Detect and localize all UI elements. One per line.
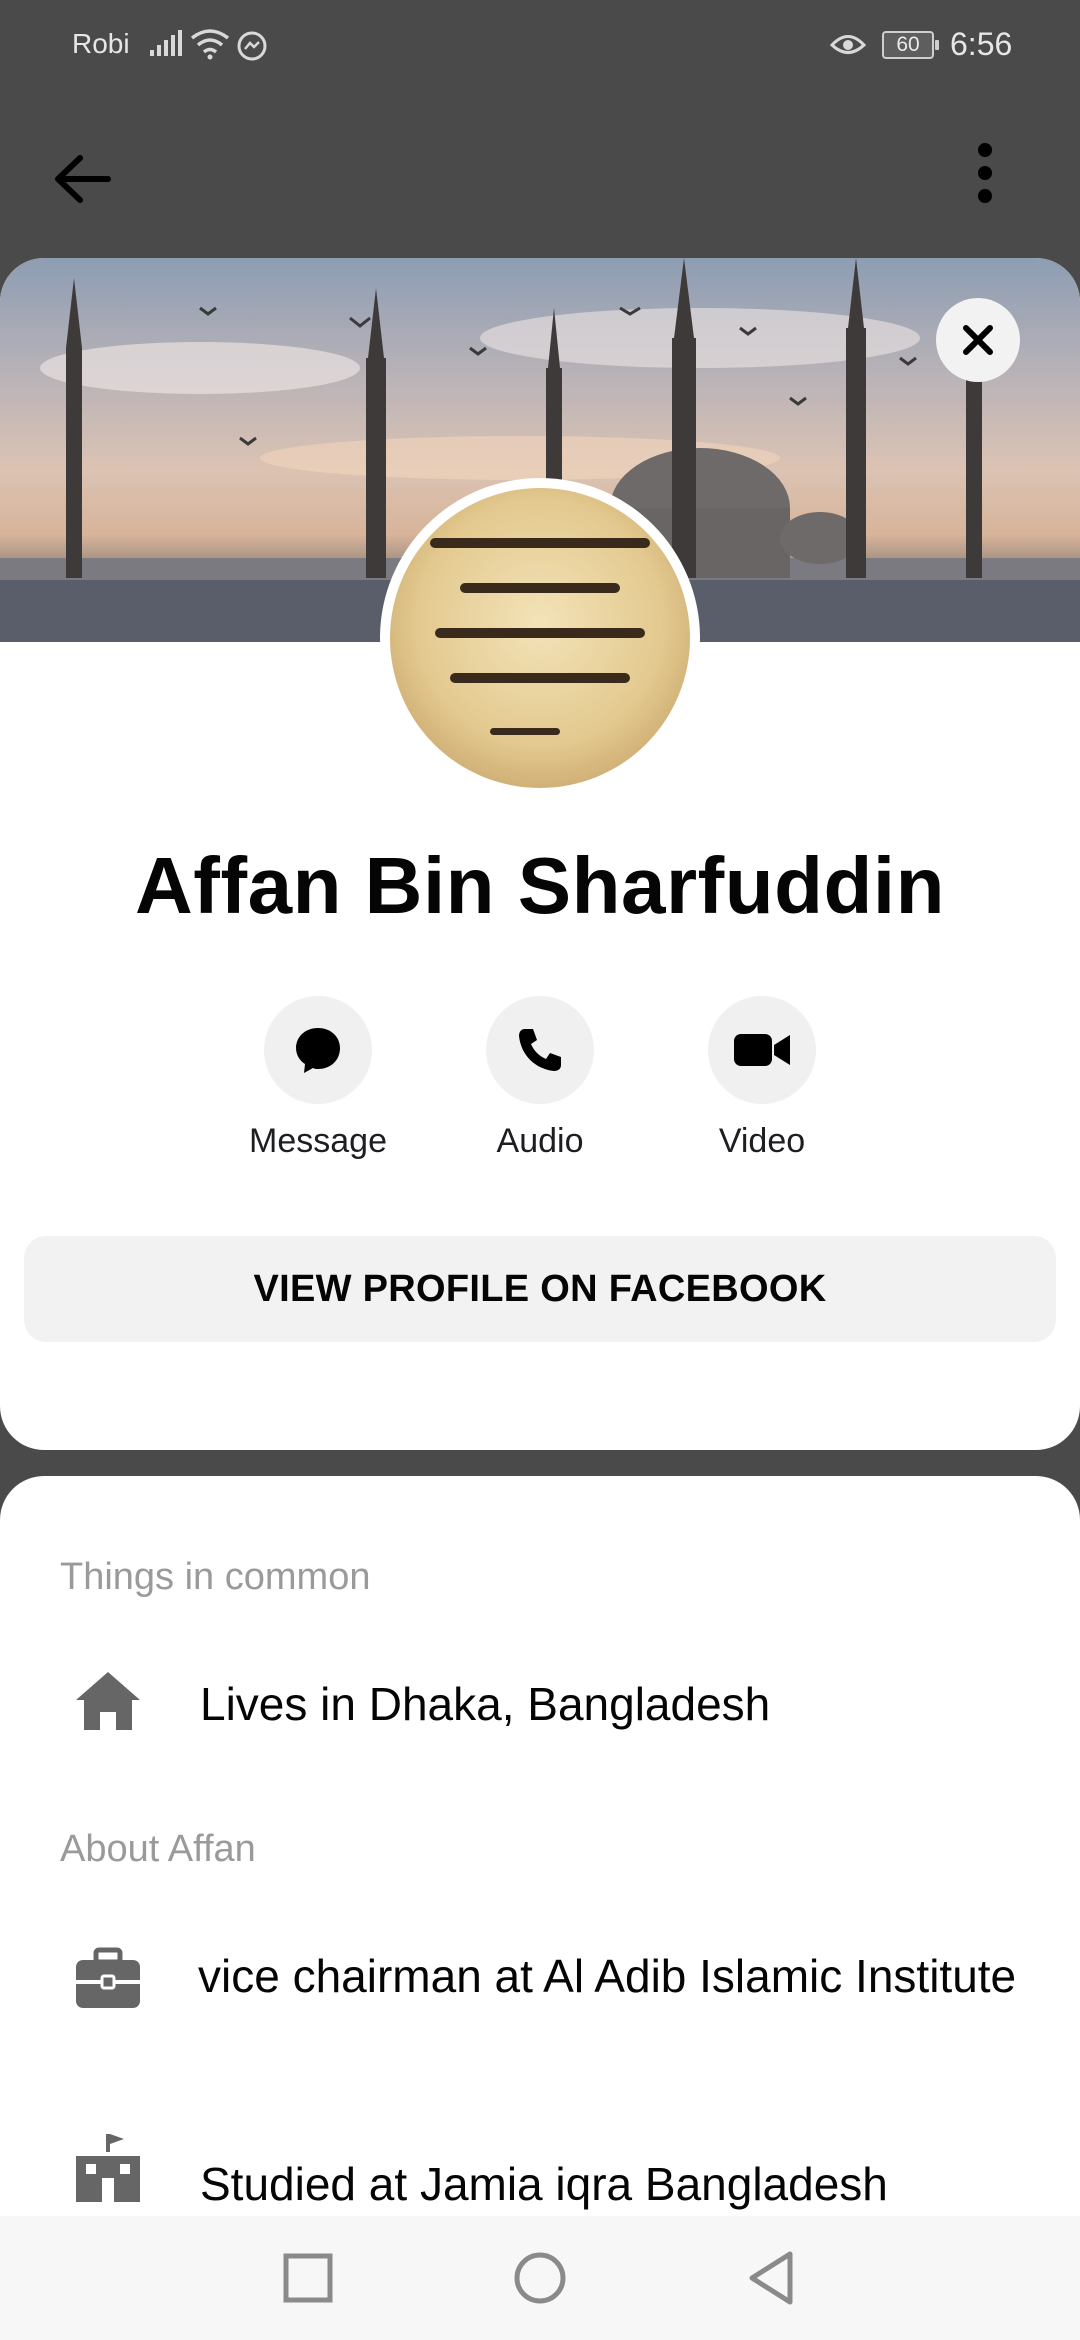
top-app-bar — [0, 92, 1080, 252]
avatar-image — [390, 488, 690, 788]
circle-icon[interactable] — [508, 2246, 572, 2310]
phone-icon — [519, 1029, 561, 1071]
video-action[interactable]: Video — [662, 996, 862, 1161]
action-row: Message Audio Video — [0, 996, 1080, 1160]
wifi-icon — [190, 29, 230, 60]
battery-indicator: 60 — [882, 31, 939, 59]
briefcase-icon — [76, 1947, 140, 2008]
profile-name: Affan Bin Sharfuddin — [135, 841, 945, 930]
about-title: About Affan — [60, 1828, 256, 1870]
close-icon — [963, 325, 993, 355]
triangle-back-icon[interactable] — [740, 2246, 804, 2310]
audio-action[interactable]: Audio — [440, 996, 640, 1161]
system-navigation-bar — [0, 2216, 1080, 2340]
arrow-left-icon — [55, 155, 111, 203]
audio-call-button[interactable] — [486, 996, 594, 1104]
avatar[interactable] — [380, 478, 700, 798]
school-icon — [76, 2134, 140, 2202]
lives-in-text: Lives in Dhaka, Bangladesh — [200, 1678, 771, 1730]
home-icon — [76, 1672, 140, 1730]
more-options-button[interactable] — [950, 140, 1020, 210]
info-sheet: Things in common Lives in Dhaka, Banglad… — [0, 1476, 1080, 2340]
more-vertical-icon — [978, 143, 992, 203]
education-text: Studied at Jamia iqra Bangladesh — [200, 2158, 888, 2210]
message-action[interactable]: Message — [218, 996, 418, 1161]
messenger-notification-icon — [237, 31, 267, 61]
things-in-common-title: Things in common — [60, 1556, 371, 1598]
carrier-name: Robi — [72, 28, 130, 59]
message-button[interactable] — [264, 996, 372, 1104]
video-label: Video — [718, 1122, 806, 1160]
back-button[interactable] — [50, 144, 120, 214]
square-icon[interactable] — [276, 2246, 340, 2310]
clock: 6:56 — [950, 26, 1013, 62]
view-profile-button[interactable]: VIEW PROFILE ON FACEBOOK — [24, 1236, 1056, 1342]
video-call-button[interactable] — [708, 996, 816, 1104]
signal-icon — [150, 30, 182, 56]
eye-comfort-icon — [830, 35, 866, 54]
messenger-bubble-icon — [296, 1028, 340, 1073]
audio-label: Audio — [496, 1122, 584, 1160]
close-button[interactable] — [936, 298, 1020, 382]
profile-card: Affan Bin Sharfuddin Message Audio Video… — [0, 258, 1080, 1450]
message-label: Message — [249, 1122, 387, 1160]
video-camera-icon — [734, 1034, 790, 1066]
status-bar: Robi 60 6:56 — [0, 0, 1080, 92]
work-text: vice chairman at Al Adib Islamic Institu… — [198, 1950, 1017, 2002]
